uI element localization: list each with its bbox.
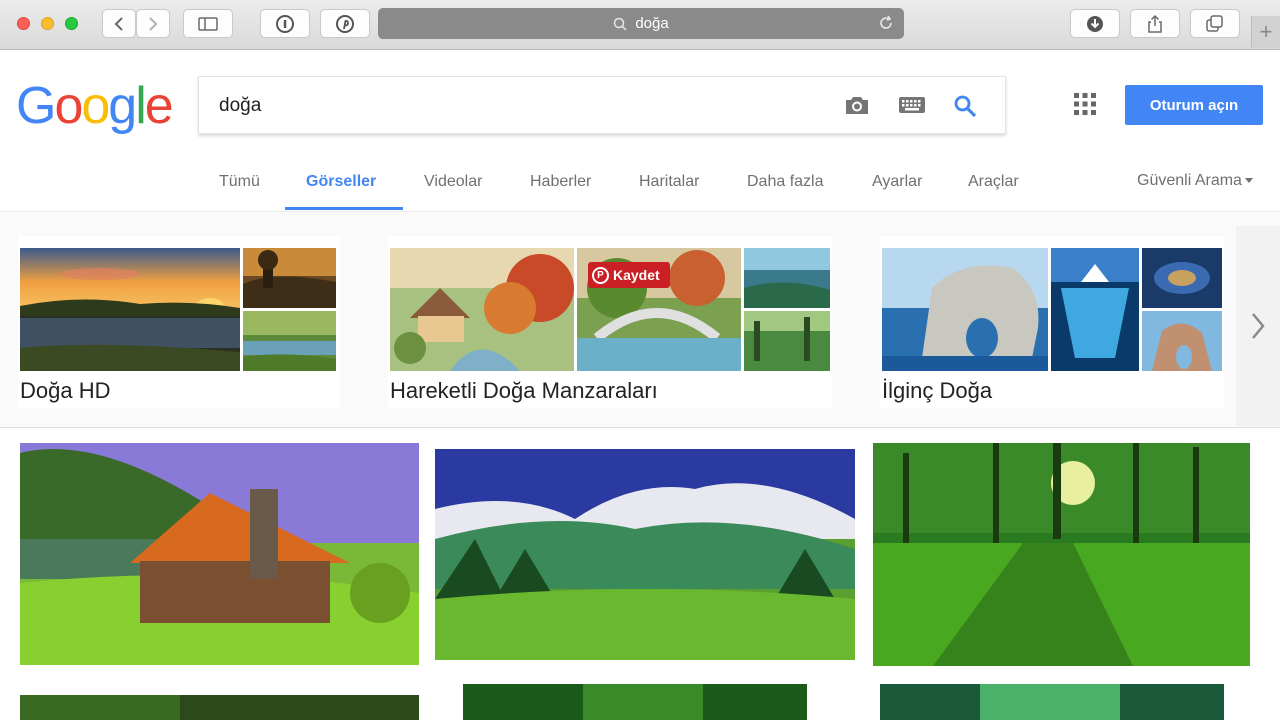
tab-all[interactable]: Tümü [219, 172, 260, 212]
download-icon [1087, 15, 1103, 32]
chevron-left-icon [114, 16, 123, 31]
sidebar-icon [198, 16, 218, 31]
collection-thumb [1142, 248, 1222, 308]
sidebar-button[interactable] [183, 9, 233, 38]
search-tabs: Tümü Görseller Videolar Haberler Harital… [0, 172, 1280, 212]
collection-thumb [243, 311, 336, 371]
logo-letter: o [54, 77, 83, 135]
collection-card[interactable]: İlginç Doğa [880, 236, 1224, 408]
active-tab-indicator [285, 207, 403, 210]
tab-videos[interactable]: Videolar [424, 172, 482, 212]
address-bar-text: doğa [635, 15, 669, 32]
window-minimize-button[interactable] [41, 17, 54, 30]
share-button[interactable] [1130, 9, 1180, 38]
image-result[interactable] [880, 684, 1224, 720]
new-tab-button[interactable]: + [1251, 16, 1280, 48]
camera-icon[interactable] [844, 94, 870, 116]
logo-letter: e [144, 77, 174, 135]
search-submit-icon[interactable] [953, 94, 977, 118]
collection-thumb [1142, 311, 1222, 371]
window-close-button[interactable] [17, 17, 30, 30]
safe-search-dropdown[interactable]: Güvenli Arama [1137, 172, 1253, 190]
forward-button[interactable] [136, 9, 170, 38]
image-result[interactable] [435, 449, 855, 660]
image-result[interactable] [463, 684, 807, 720]
search-icon [614, 17, 627, 31]
image-result[interactable] [20, 695, 419, 720]
window-zoom-button[interactable] [65, 17, 78, 30]
collection-thumb [882, 248, 1048, 371]
downloads-button[interactable] [1070, 9, 1120, 38]
tabs-overview-button[interactable] [1190, 9, 1240, 38]
address-bar[interactable]: doğa [378, 8, 904, 39]
pinterest-save-button[interactable]: P Kaydet [588, 262, 670, 288]
tab-more[interactable]: Daha fazla [747, 172, 824, 212]
collection-thumb [390, 248, 574, 371]
share-icon [1148, 14, 1162, 33]
logo-letter: o [81, 77, 110, 135]
collection-title: Doğa HD [20, 378, 111, 403]
pinterest-extension-button[interactable] [320, 9, 370, 38]
logo-letter: l [135, 77, 146, 135]
reload-icon[interactable] [878, 15, 894, 31]
caret-down-icon [1244, 178, 1253, 184]
collection-thumb [20, 248, 240, 371]
collection-thumb [243, 248, 336, 308]
back-button[interactable] [102, 9, 136, 38]
keyboard-icon[interactable] [899, 97, 925, 113]
apps-grid-icon[interactable] [1074, 93, 1096, 115]
search-input[interactable]: doğa [198, 76, 1006, 134]
pinterest-icon: P [592, 266, 609, 284]
chevron-right-icon [1252, 313, 1265, 339]
safe-search-label: Güvenli Arama [1137, 172, 1242, 189]
tab-news[interactable]: Haberler [530, 172, 591, 212]
pinterest-icon [336, 14, 354, 33]
collection-title: İlginç Doğa [882, 378, 993, 403]
pinterest-save-label: Kaydet [613, 267, 660, 283]
tab-settings[interactable]: Ayarlar [872, 172, 922, 212]
browser-toolbar: doğa + [0, 0, 1280, 50]
google-logo[interactable]: Google [16, 76, 174, 136]
logo-letter: g [108, 77, 137, 135]
collection-thumb [744, 248, 830, 308]
image-result[interactable] [20, 443, 419, 665]
image-result[interactable] [873, 443, 1250, 666]
logo-letter: G [16, 77, 56, 135]
tab-images[interactable]: Görseller [306, 172, 376, 212]
collection-title: Hareketli Doğa Manzaraları [390, 378, 658, 403]
collection-card[interactable]: Doğa HD [18, 236, 340, 408]
strip-divider [0, 427, 1280, 428]
collection-thumb [1051, 248, 1139, 371]
collections-next-button[interactable] [1236, 226, 1280, 426]
tab-maps[interactable]: Haritalar [639, 172, 699, 212]
info-circle-icon [276, 14, 294, 33]
extension-button-1[interactable] [260, 9, 310, 38]
collection-thumb [744, 311, 830, 371]
search-query-text: doğa [219, 95, 262, 116]
chevron-right-icon [149, 16, 158, 31]
tabs-icon [1206, 14, 1223, 32]
sign-in-button[interactable]: Oturum açın [1125, 85, 1263, 125]
tab-tools[interactable]: Araçlar [968, 172, 1019, 212]
